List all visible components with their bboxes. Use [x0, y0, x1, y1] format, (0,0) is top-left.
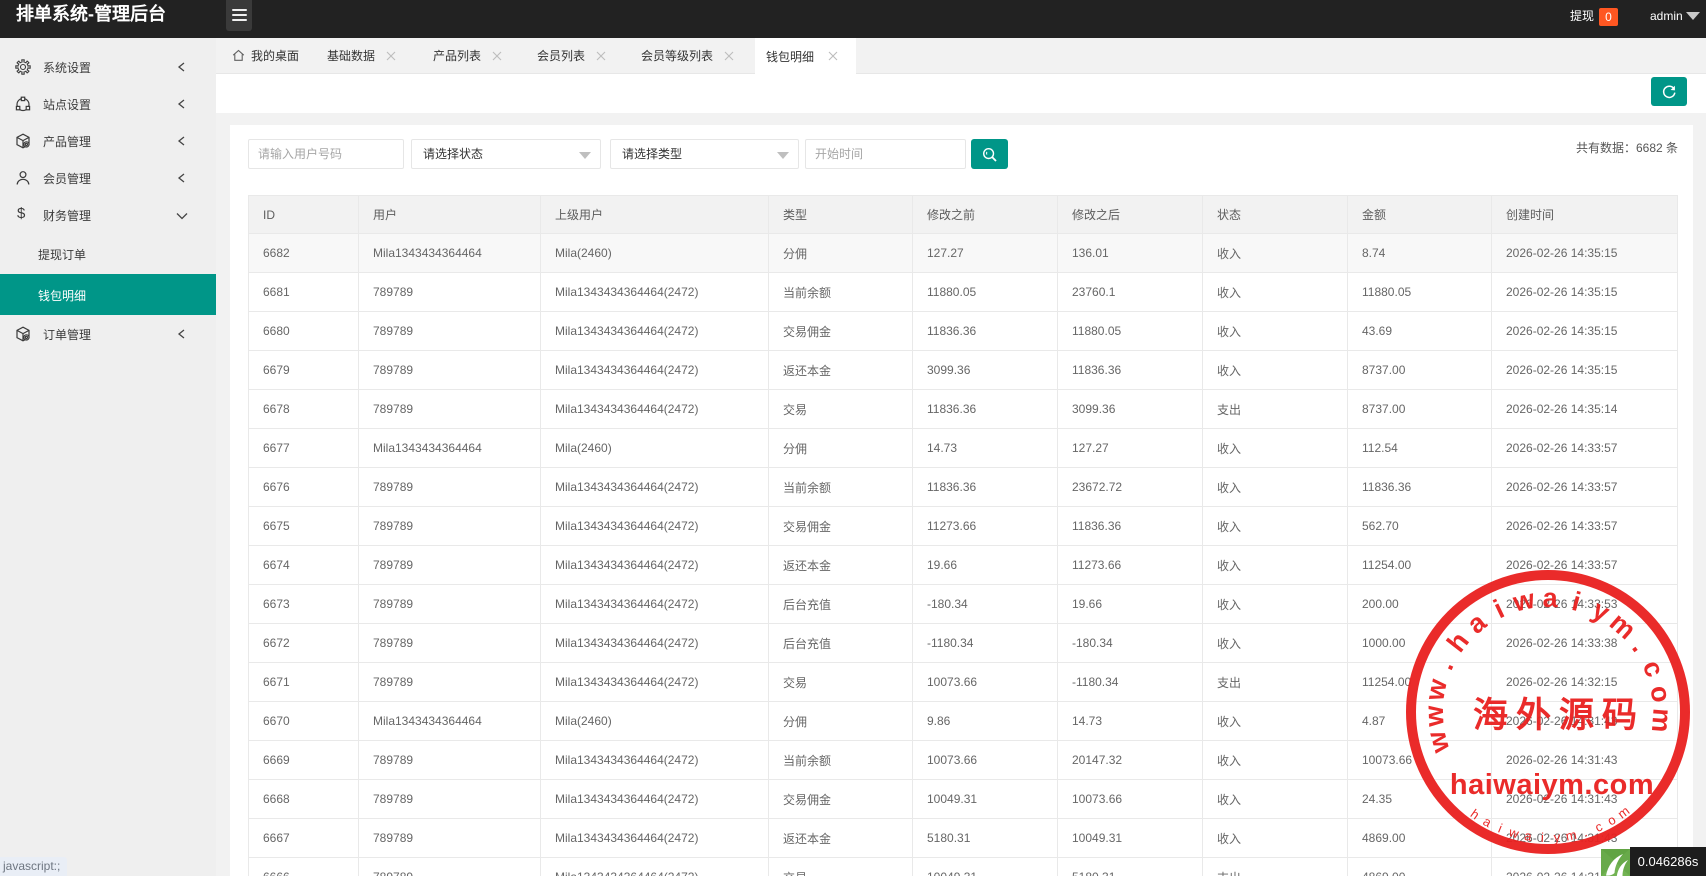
svg-text:c: c — [1637, 656, 1670, 681]
svg-text:h: h — [1441, 626, 1475, 657]
svg-text:i: i — [1496, 821, 1504, 836]
svg-text:o: o — [1605, 812, 1619, 829]
svg-text:a: a — [1523, 828, 1533, 844]
svg-text:m: m — [1646, 707, 1678, 733]
svg-text:.: . — [1626, 634, 1655, 658]
svg-text:o: o — [1644, 683, 1676, 704]
svg-text:i: i — [1541, 830, 1545, 845]
svg-text:w: w — [1509, 584, 1538, 618]
svg-text:w: w — [1507, 824, 1522, 841]
svg-text:w: w — [1421, 727, 1456, 757]
svg-text:.: . — [1581, 824, 1589, 839]
svg-text:i: i — [1489, 594, 1509, 624]
svg-text:a: a — [1542, 583, 1559, 613]
svg-text:w: w — [1419, 675, 1453, 703]
svg-text:i: i — [1569, 586, 1584, 617]
svg-text:c: c — [1593, 818, 1605, 835]
svg-text:.: . — [1429, 655, 1459, 674]
svg-text:m: m — [1564, 827, 1577, 844]
svg-text:y: y — [1553, 829, 1561, 844]
svg-text:a: a — [1461, 606, 1492, 639]
svg-text:haiwaiym.com: haiwaiym.com — [1450, 769, 1654, 801]
svg-text:海外源码: 海外源码 — [1473, 696, 1645, 735]
svg-text:w: w — [1419, 704, 1450, 728]
